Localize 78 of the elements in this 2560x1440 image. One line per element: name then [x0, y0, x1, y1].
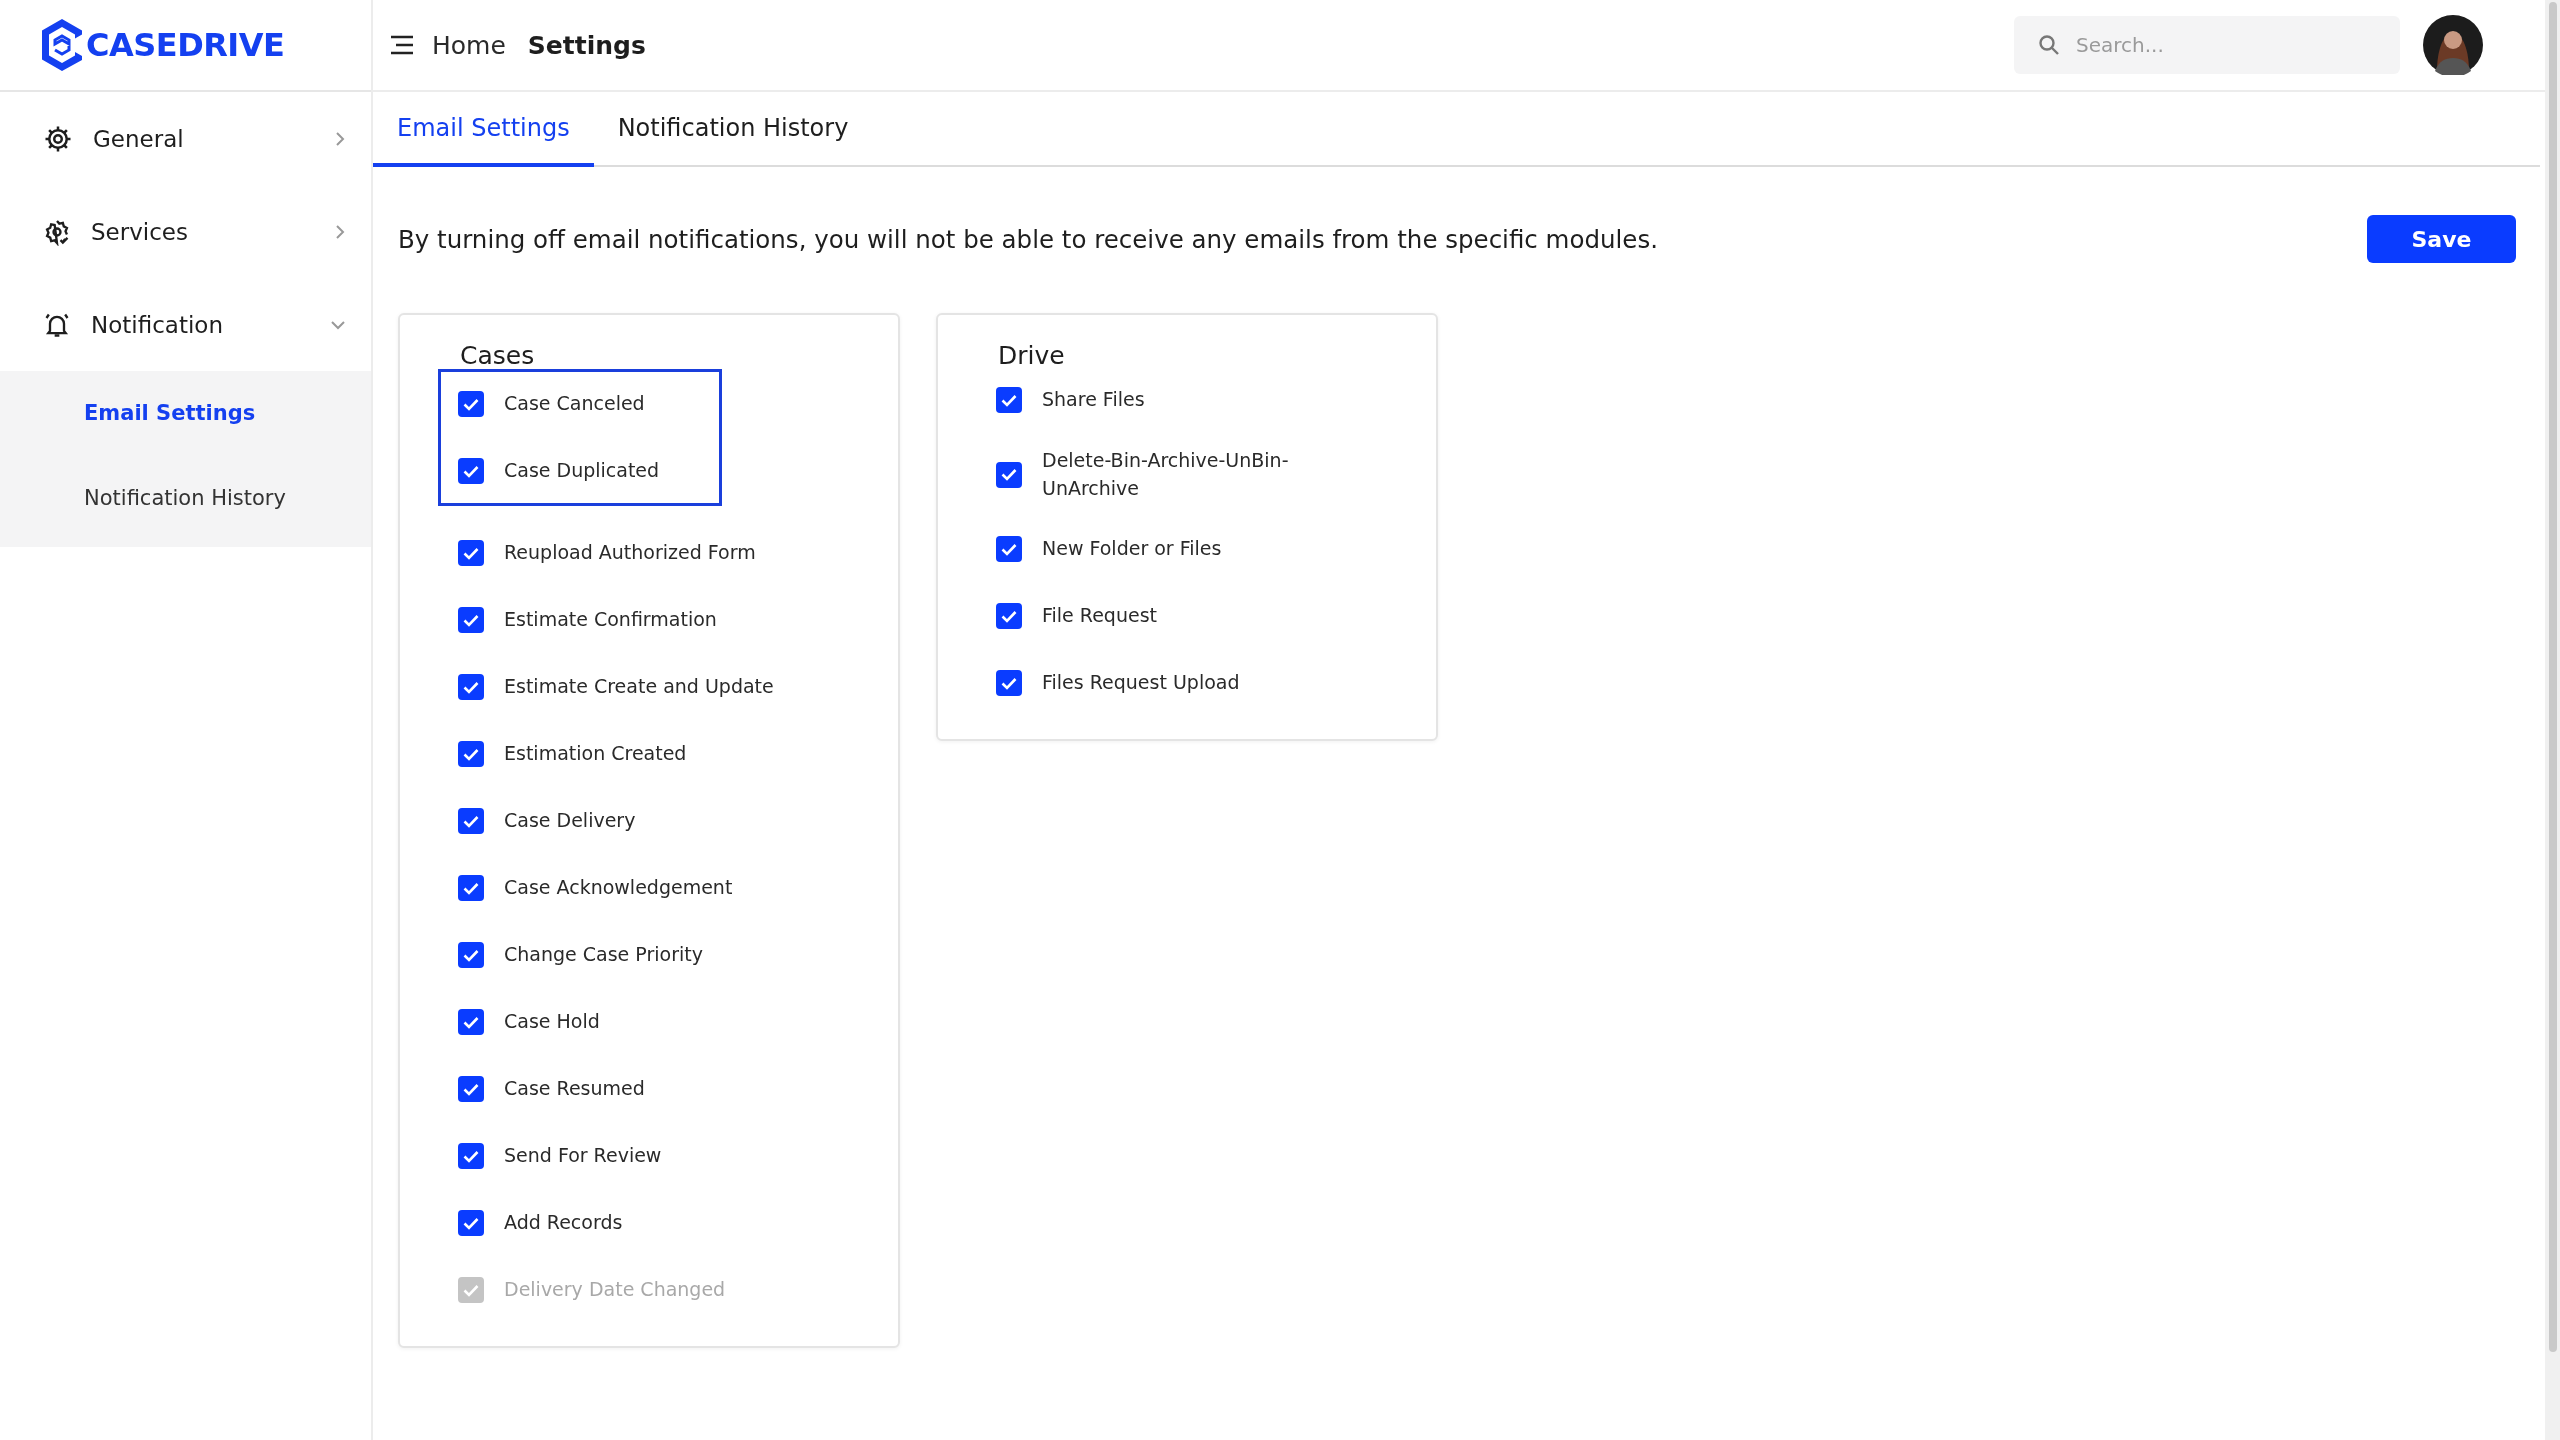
checkbox-label: Share Files — [1042, 387, 1145, 413]
check-icon — [463, 546, 479, 560]
checkbox-label: Estimation Created — [504, 741, 687, 767]
gear-check-icon — [43, 217, 71, 246]
menu-icon[interactable] — [390, 35, 414, 55]
checkbox[interactable] — [458, 674, 484, 700]
check-icon — [463, 397, 479, 411]
checkbox-label: New Folder or Files — [1042, 536, 1222, 562]
checkbox-label: Add Records — [504, 1210, 623, 1236]
checkbox[interactable] — [996, 461, 1022, 488]
checkbox[interactable] — [458, 540, 484, 566]
save-button[interactable]: Save — [2367, 215, 2516, 263]
avatar[interactable] — [2423, 15, 2483, 75]
search-field[interactable]: Search... — [2014, 16, 2400, 74]
check-icon — [1001, 609, 1017, 623]
tab[interactable]: Email Settings — [373, 92, 594, 167]
chevron-right-icon — [333, 222, 347, 241]
submenu-item[interactable]: Notification History — [0, 456, 371, 541]
checkbox[interactable] — [996, 603, 1022, 630]
scrollbar[interactable] — [2548, 2, 2557, 1352]
check-icon — [463, 1015, 479, 1029]
checkbox[interactable] — [458, 458, 484, 484]
checkbox-label: Send For Review — [504, 1143, 662, 1169]
check-icon — [1001, 393, 1017, 407]
checkbox-label: Change Case Priority — [504, 942, 703, 968]
checkbox[interactable] — [996, 387, 1022, 413]
checkbox-label: Case Delivery — [504, 808, 636, 834]
checkbox-label: Delete-Bin-Archive-UnBin-UnArchive — [1042, 448, 1290, 501]
checkbox-label: Case Resumed — [504, 1076, 645, 1102]
checkbox[interactable] — [458, 741, 484, 767]
checkbox-label: Case Hold — [504, 1009, 600, 1035]
checkbox-label: Case Duplicated — [504, 458, 660, 484]
check-icon — [463, 747, 479, 761]
tab[interactable]: Notification History — [593, 92, 873, 167]
check-icon — [463, 814, 479, 828]
checkbox[interactable] — [458, 808, 484, 834]
checkbox[interactable] — [458, 391, 484, 417]
check-icon — [1001, 676, 1017, 690]
checkbox-label: File Request — [1042, 603, 1157, 629]
breadcrumb-item: Settings — [527, 30, 646, 60]
checkbox-label: Delivery Date Changed — [504, 1277, 726, 1303]
checkbox[interactable] — [458, 607, 484, 633]
sidebar-item[interactable]: Notification — [0, 278, 371, 371]
check-icon — [463, 1283, 479, 1297]
checkbox-label: Files Request Upload — [1042, 670, 1240, 696]
check-icon — [1001, 542, 1017, 556]
group-title: Cases — [460, 341, 536, 370]
checkbox[interactable] — [458, 942, 484, 968]
breadcrumb-item[interactable]: Home — [432, 30, 506, 60]
checkbox[interactable] — [458, 1009, 484, 1035]
checkbox-label: Estimate Confirmation — [504, 607, 717, 633]
logo-text: CASEDRIVE — [86, 26, 285, 64]
checkbox[interactable] — [996, 536, 1022, 563]
check-icon — [463, 948, 479, 962]
check-icon — [463, 1082, 479, 1096]
check-icon — [463, 464, 479, 478]
group-title: Drive — [998, 341, 1066, 370]
check-icon — [1001, 468, 1017, 482]
checkbox[interactable] — [458, 1076, 484, 1102]
notice-text: By turning off email notifications, you will not be able to receive any emails from the specific modules. — [398, 224, 1658, 254]
checkbox[interactable] — [458, 1143, 484, 1169]
sidebar-item[interactable]: General — [0, 92, 371, 185]
check-icon — [463, 613, 479, 627]
chevron-right-icon — [333, 129, 347, 148]
checkbox-label: Estimate Create and Update — [504, 674, 774, 700]
checkbox[interactable] — [996, 670, 1022, 697]
check-icon — [463, 680, 479, 694]
check-icon — [463, 1216, 479, 1230]
search-icon — [2038, 34, 2060, 56]
check-icon — [463, 1149, 479, 1163]
checkbox-label: Case Canceled — [504, 391, 645, 417]
checkbox-label: Reupload Authorized Form — [504, 540, 756, 566]
checkbox[interactable] — [458, 1210, 484, 1236]
check-icon — [463, 881, 479, 895]
sidebar-item[interactable]: Services — [0, 185, 371, 278]
checkbox-label: Case Acknowledgement — [504, 875, 733, 901]
checkbox[interactable] — [458, 875, 484, 901]
submenu-item[interactable]: Email Settings — [0, 371, 371, 456]
